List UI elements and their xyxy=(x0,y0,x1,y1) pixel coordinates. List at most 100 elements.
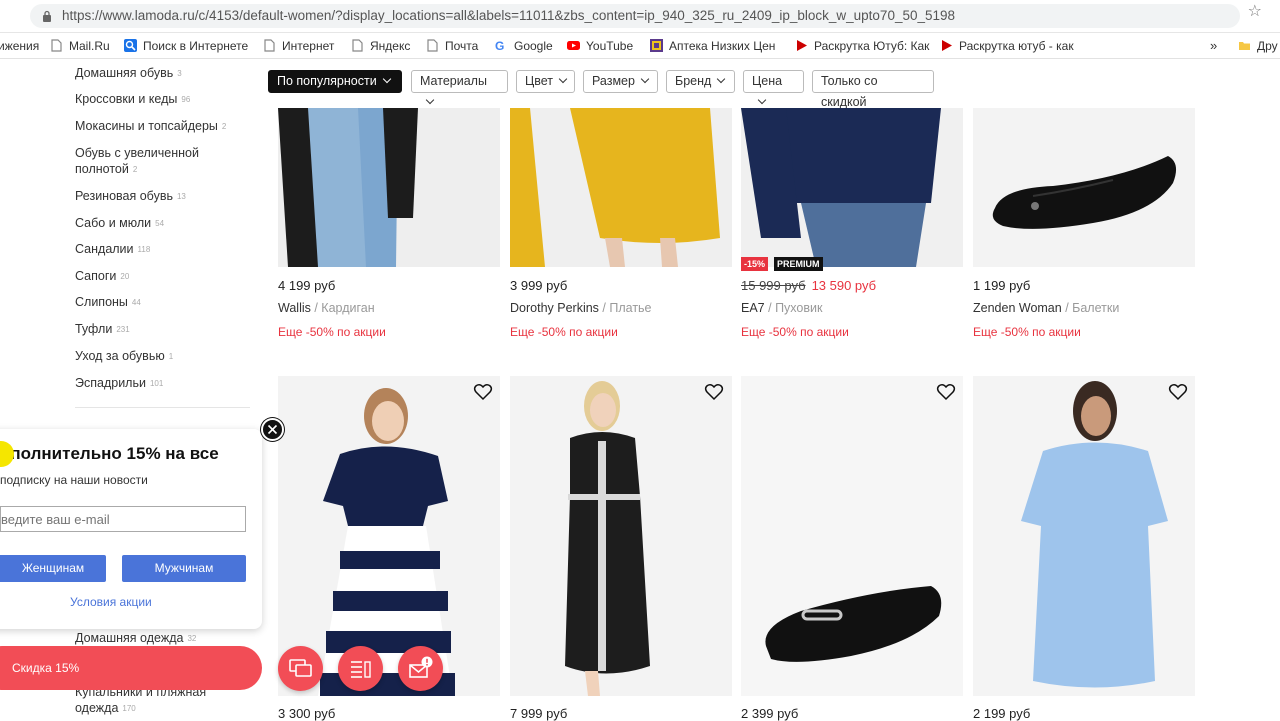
category-label: Сабо и мюли xyxy=(75,216,152,230)
product-price: 1 199 руб xyxy=(973,278,1031,293)
sidebar-category[interactable]: Сапоги 20 xyxy=(75,268,129,285)
product-brand[interactable]: Zenden Woman / Балетки xyxy=(973,301,1119,315)
product-image[interactable] xyxy=(741,108,963,267)
category-count: 20 xyxy=(120,272,130,281)
discount-badge: -15% xyxy=(741,257,769,271)
bookmark-item[interactable]: Mail.Ru xyxy=(50,38,110,54)
product-image[interactable] xyxy=(510,108,732,267)
popup-close-button[interactable] xyxy=(261,418,284,441)
blue-nightdress-photo xyxy=(973,376,1195,696)
separator: / xyxy=(1061,301,1073,315)
popup-subtitle: подписку на наши новости xyxy=(0,473,148,487)
product-price: 15 999 руб 13 590 руб xyxy=(741,278,876,293)
sidebar-category[interactable]: Слипоны 44 xyxy=(75,294,141,311)
category-count: 44 xyxy=(131,298,141,307)
ballet-flat-photo xyxy=(973,108,1195,267)
product-image[interactable] xyxy=(741,376,963,696)
loafer-photo xyxy=(741,376,963,696)
sidebar-divider xyxy=(75,407,250,408)
bookmark-item[interactable]: ижения xyxy=(0,38,39,54)
bookmark-label: Яндекс xyxy=(370,39,411,53)
product-price: 7 999 руб xyxy=(510,706,568,721)
lock-icon xyxy=(43,10,51,22)
color-filter[interactable]: Цвет xyxy=(516,70,575,93)
filter-label: Размер xyxy=(592,74,635,88)
yellow-dress-photo xyxy=(510,108,732,267)
bookmarks-overflow-button[interactable]: » xyxy=(1210,38,1217,54)
sidebar-category[interactable]: Уход за обувью 1 xyxy=(75,348,173,365)
bookmark-item[interactable]: YouTube xyxy=(567,38,633,54)
popup-title: ополнительно 15% на все xyxy=(0,444,219,463)
bookmark-item[interactable]: G Google xyxy=(495,38,553,54)
filter-label: Цена xyxy=(752,74,783,88)
sidebar-category[interactable]: Эспадрильи 101 xyxy=(75,375,163,392)
list-icon xyxy=(351,661,371,678)
product-brand[interactable]: Dorothy Perkins / Платье xyxy=(510,301,652,315)
other-bookmarks-folder[interactable]: Дру xyxy=(1238,38,1278,54)
category-label: полнотой xyxy=(75,162,129,176)
sort-popularity-filter[interactable]: По популярности xyxy=(268,70,402,93)
price-filter[interactable]: Цена xyxy=(743,70,804,105)
size-filter[interactable]: Размер xyxy=(583,70,658,93)
url-field[interactable]: https://www.lamoda.ru/c/4153/default-wom… xyxy=(30,4,1240,28)
category-count: 2 xyxy=(132,165,138,174)
product-brand[interactable]: EA7 / Пуховик xyxy=(741,301,822,315)
mail-notification-button[interactable] xyxy=(398,646,443,691)
sidebar-category[interactable]: Домашняя обувь 3 xyxy=(75,65,182,82)
sidebar-category[interactable]: Туфли 231 xyxy=(75,321,130,338)
product-type: Балетки xyxy=(1072,301,1120,315)
men-button[interactable]: Мужчинам xyxy=(122,555,246,582)
favorite-heart-icon[interactable] xyxy=(936,382,956,402)
product-image[interactable] xyxy=(510,376,732,696)
sidebar-category[interactable]: Домашняя одежда 32 xyxy=(75,630,196,647)
terms-link[interactable]: Условия акции xyxy=(70,595,152,609)
list-button[interactable] xyxy=(338,646,383,691)
brand-name: Zenden Woman xyxy=(973,301,1062,315)
women-button[interactable]: Женщинам xyxy=(0,555,106,582)
filter-label: Материалы xyxy=(420,74,487,88)
email-input[interactable] xyxy=(0,506,246,532)
favorite-heart-icon[interactable] xyxy=(1168,382,1188,402)
chat-button[interactable] xyxy=(278,646,323,691)
sidebar-category[interactable]: Обувь с увеличенной полнотой 2 xyxy=(75,145,199,178)
category-label: Резиновая обувь xyxy=(75,189,173,203)
bookmark-item[interactable]: Поиск в Интернете xyxy=(124,38,248,54)
page-icon xyxy=(352,39,363,52)
product-price: 3 300 руб xyxy=(278,706,336,721)
category-label: Эспадрильи xyxy=(75,376,146,390)
favorite-heart-icon[interactable] xyxy=(473,382,493,402)
materials-filter[interactable]: Материалы xyxy=(411,70,508,105)
sidebar-category[interactable]: Сандалии 118 xyxy=(75,241,150,258)
promo-text: Еще -50% по акции xyxy=(510,325,618,339)
sidebar-category[interactable]: Мокасины и топсайдеры 2 xyxy=(75,118,226,135)
url-text: https://www.lamoda.ru/c/4153/default-wom… xyxy=(62,8,956,23)
bookmark-item[interactable]: Раскрутка ютуб - как xyxy=(940,38,1074,54)
floral-dress-photo xyxy=(510,376,732,696)
category-label: Слипоны xyxy=(75,295,128,309)
bookmark-star-icon[interactable]: ☆ xyxy=(1248,4,1262,20)
bookmark-item[interactable]: Раскрутка Ютуб: Как xyxy=(795,38,929,54)
discount-only-filter[interactable]: Только со скидкой xyxy=(812,70,934,109)
product-image[interactable] xyxy=(973,376,1195,696)
bookmark-item[interactable]: Интернет xyxy=(263,38,334,54)
brand-filter[interactable]: Бренд xyxy=(666,70,735,93)
sidebar-category[interactable]: Резиновая обувь 13 xyxy=(75,188,186,205)
product-brand[interactable]: Wallis / Кардиган xyxy=(278,301,375,315)
bookmark-label: Mail.Ru xyxy=(69,39,110,53)
bookmark-item[interactable]: Яндекс xyxy=(351,38,410,54)
category-count: 231 xyxy=(116,325,130,334)
discount-bar[interactable]: Скидка 15% xyxy=(0,646,262,690)
filter-label: Бренд xyxy=(675,74,712,88)
favorite-heart-icon[interactable] xyxy=(704,382,724,402)
bookmark-item[interactable]: Аптека Низких Цен xyxy=(650,38,775,54)
sidebar-category[interactable]: Кроссовки и кеды 96 xyxy=(75,91,190,108)
bookmark-item[interactable]: Почта xyxy=(426,38,478,54)
promo-text: Еще -50% по акции xyxy=(973,325,1081,339)
product-image[interactable] xyxy=(973,108,1195,267)
chevron-down-icon xyxy=(382,74,391,84)
sidebar-category[interactable]: Сабо и мюли 54 xyxy=(75,215,164,232)
old-price: 15 999 руб xyxy=(741,278,806,293)
category-count: 118 xyxy=(137,245,151,254)
bookmarks-bar: ижения Mail.Ru Поиск в Интернете Интерне… xyxy=(0,33,1280,59)
product-image[interactable] xyxy=(278,108,500,267)
